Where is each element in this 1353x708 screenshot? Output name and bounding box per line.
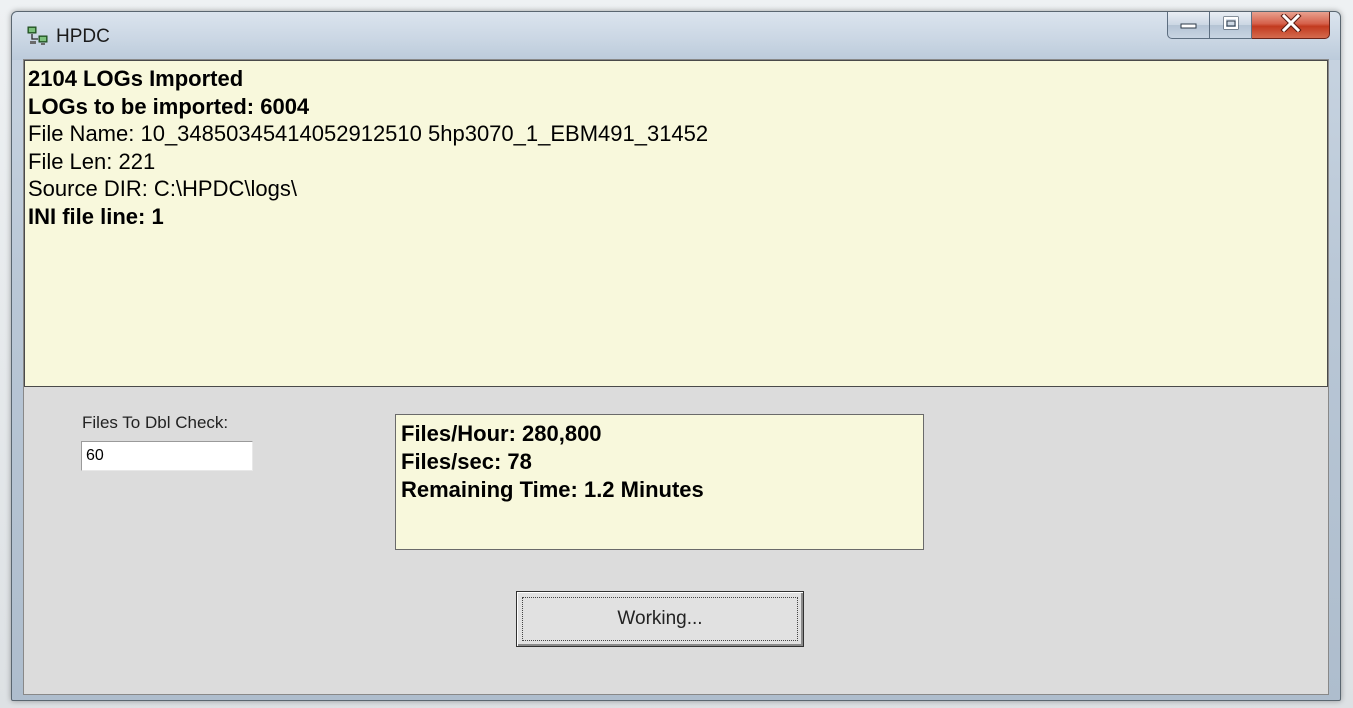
stats-panel: Files/Hour: 280,800 Files/sec: 78 Remain… <box>395 414 924 550</box>
remaining-time: Remaining Time: 1.2 Minutes <box>401 477 704 502</box>
file-len-line: File Len: 221 <box>28 148 156 174</box>
window-title: HPDC <box>56 26 110 47</box>
imported-count-line: 2104 LOGs Imported <box>28 66 244 91</box>
maximize-button[interactable] <box>1210 12 1252 39</box>
files-per-hour: Files/Hour: 280,800 <box>401 421 602 446</box>
files-per-sec: Files/sec: 78 <box>401 449 532 474</box>
file-name-line: File Name: 10_34850345414052912510 5hp30… <box>28 121 709 146</box>
minimize-button[interactable] <box>1167 12 1210 39</box>
to-import-line: LOGs to be imported: 6004 <box>28 93 310 119</box>
import-log-panel: 2104 LOGs Imported LOGs to be imported: … <box>24 60 1328 387</box>
minimize-icon <box>1180 16 1198 34</box>
title-bar[interactable]: HPDC <box>12 11 1340 60</box>
caption-buttons <box>1167 11 1330 40</box>
source-dir-line: Source DIR: C:\HPDC\logs\ <box>28 176 297 201</box>
dbl-check-label: Files To Dbl Check: <box>82 413 229 432</box>
close-button[interactable] <box>1252 11 1330 39</box>
client-area: 2104 LOGs Imported LOGs to be imported: … <box>23 59 1329 695</box>
working-button[interactable]: Working... <box>516 591 804 647</box>
hpdc-window: HPDC 2104 LOGs Imported LOGs to be impor… <box>11 11 1341 701</box>
maximize-icon <box>1222 15 1240 36</box>
ini-file-line: INI file line: 1 <box>28 203 164 229</box>
working-button-label: Working... <box>522 597 798 641</box>
network-computers-icon <box>27 26 49 46</box>
dbl-check-input[interactable] <box>81 441 253 471</box>
close-icon <box>1279 11 1302 37</box>
